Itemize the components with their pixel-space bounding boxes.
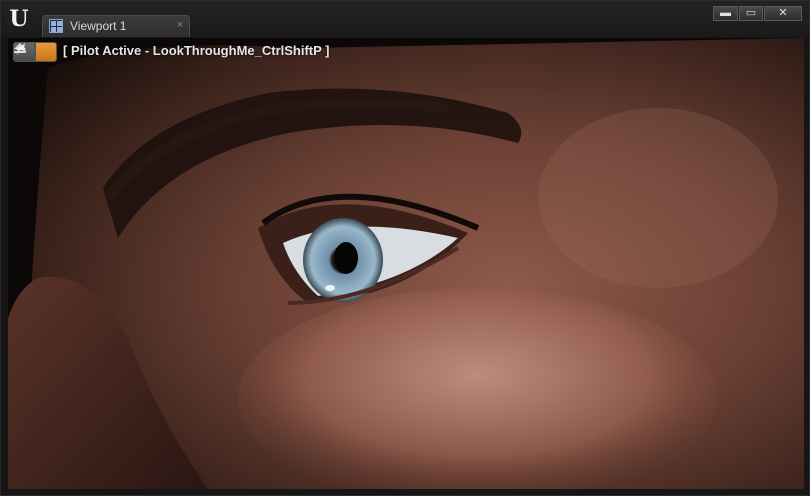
tab-viewport-1[interactable]: Viewport 1 × — [42, 15, 190, 37]
maximize-button[interactable]: ▭ — [739, 6, 763, 21]
minimize-button[interactable]: ▬ — [713, 6, 738, 21]
viewport-window: U Viewport 1 × ▬ ▭ ✕ [Pilot Active - Lo… — [0, 0, 810, 496]
tab-close-icon[interactable]: × — [177, 19, 183, 31]
tab-label: Viewport 1 — [70, 19, 127, 33]
pilot-actor-icon — [15, 43, 26, 55]
viewport-toolbar — [13, 42, 57, 62]
viewport-canvas[interactable]: [ Pilot Active - LookThroughMe_CtrlShift… — [8, 38, 804, 489]
pilot-actor-button[interactable] — [15, 42, 57, 62]
scene-render — [8, 38, 804, 489]
pilot-status-label: [ Pilot Active - LookThroughMe_CtrlShift… — [63, 43, 330, 58]
unreal-logo-icon: U — [9, 6, 29, 32]
title-bar[interactable]: U Viewport 1 × ▬ ▭ ✕ — [1, 1, 809, 37]
viewport-grid-icon — [49, 19, 63, 33]
close-button[interactable]: ✕ — [764, 6, 802, 21]
